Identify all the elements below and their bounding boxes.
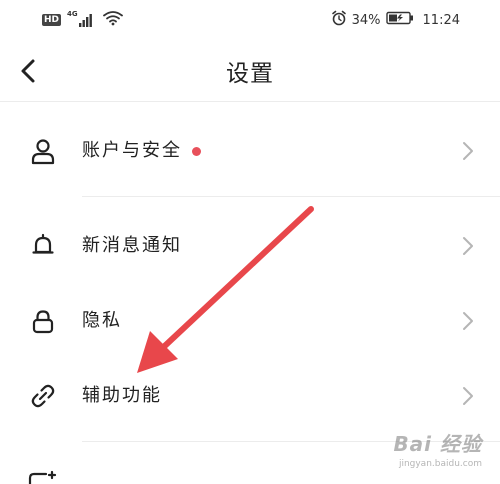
alarm-icon <box>331 10 347 30</box>
chevron-right-icon <box>463 312 473 330</box>
link-icon <box>28 381 58 411</box>
bell-icon <box>28 231 58 261</box>
settings-item-label: 账户与安全 <box>82 140 182 161</box>
wifi-icon <box>103 10 123 30</box>
header-divider <box>0 101 500 102</box>
settings-item-privacy[interactable]: 隐私 <box>0 284 500 358</box>
settings-item-new-message-notifications[interactable]: 新消息通知 <box>0 209 500 283</box>
settings-screen: HD 4G 34% 11:24 设置 账户与安全 新消息通知 隐私 辅助功能 B… <box>0 0 500 484</box>
baidu-jingyan-watermark: Bai 经验 jingyan.baidu.com <box>393 428 482 469</box>
watermark-main: Bai 经验 <box>393 432 482 456</box>
battery-percent: 34% <box>351 12 381 28</box>
chevron-right-icon <box>463 142 473 160</box>
page-title: 设置 <box>226 61 274 87</box>
settings-item-account-security[interactable]: 账户与安全 <box>0 114 500 188</box>
lock-icon <box>28 306 58 336</box>
settings-item-label: 辅助功能 <box>82 385 162 406</box>
clock-time: 11:24 <box>422 12 460 28</box>
notification-badge-dot <box>192 147 201 156</box>
status-bar: HD 4G 34% 11:24 <box>0 0 500 40</box>
settings-item-accessibility[interactable]: 辅助功能 <box>0 359 500 433</box>
network-type-label: 4G <box>67 10 78 18</box>
edit-icon <box>28 468 58 484</box>
user-icon <box>28 136 58 166</box>
page-header: 设置 <box>0 40 500 102</box>
status-right: 34% 11:24 <box>331 10 460 30</box>
watermark-url: jingyan.baidu.com <box>398 459 482 469</box>
chevron-right-icon <box>463 237 473 255</box>
chevron-right-icon <box>463 387 473 405</box>
hd-icon: HD <box>42 14 62 26</box>
section-divider <box>82 196 500 197</box>
status-left: HD 4G <box>42 10 123 30</box>
partial-label-fragment <box>82 476 202 484</box>
settings-item-label: 新消息通知 <box>82 235 182 256</box>
battery-icon <box>385 11 414 29</box>
signal-icon: 4G <box>67 10 97 28</box>
settings-item-label: 隐私 <box>82 310 122 331</box>
